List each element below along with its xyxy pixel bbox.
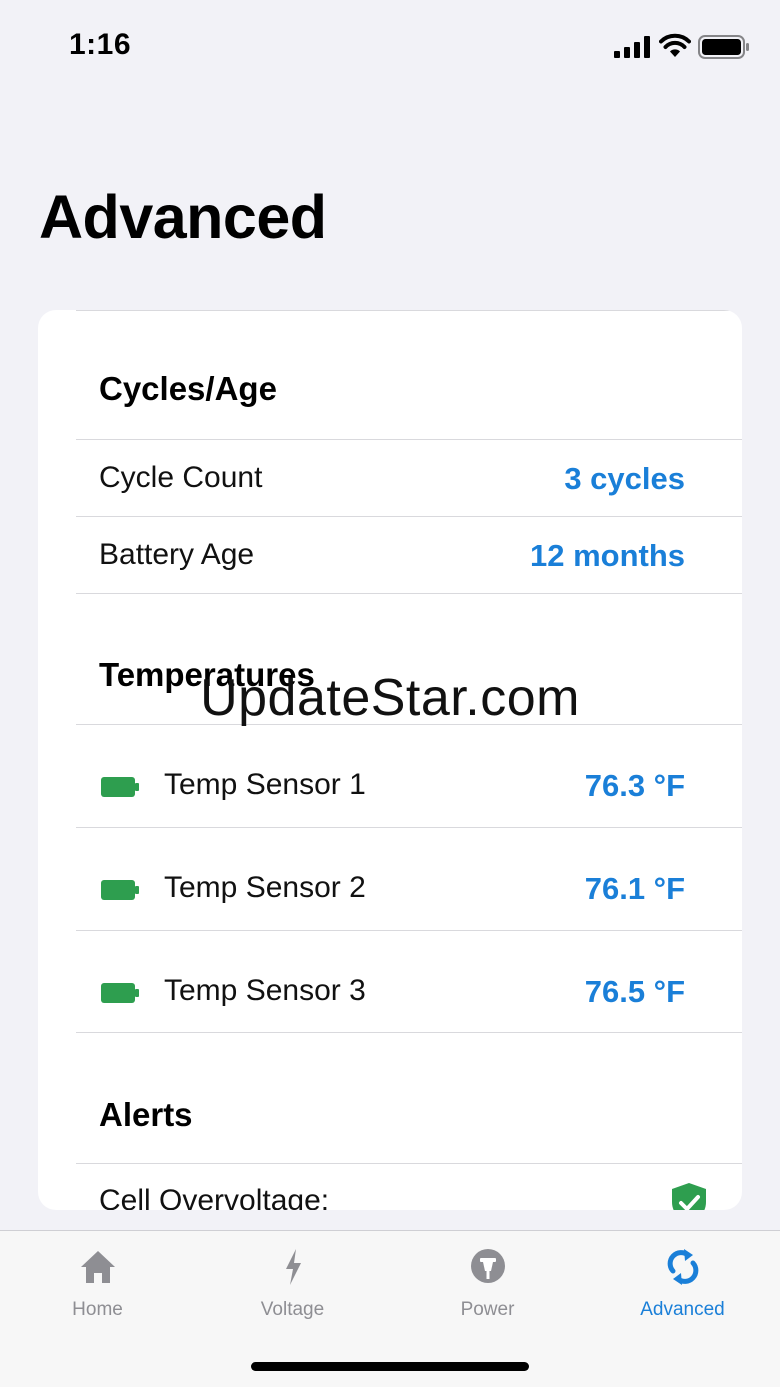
advanced-card: Cycles/Age Cycle Count 3 cycles Battery … (38, 310, 742, 1210)
temp-sensor-1-label: Temp Sensor 1 (164, 768, 366, 801)
card-top-divider (76, 310, 742, 311)
cycle-count-value: 3 cycles (564, 461, 685, 496)
tab-power-label: Power (460, 1299, 515, 1320)
cellular-signal-icon (614, 36, 650, 58)
divider (76, 1032, 742, 1033)
divider (76, 439, 742, 440)
battery-age-label: Battery Age (99, 538, 255, 571)
divider (76, 516, 742, 517)
tab-voltage[interactable]: Voltage (195, 1231, 390, 1341)
divider (76, 827, 742, 828)
divider (76, 1163, 742, 1164)
watermark: UpdateStar.com (200, 669, 580, 727)
section-header-alerts: Alerts (99, 1096, 193, 1133)
shield-check-icon (672, 1183, 706, 1210)
section-header-cycles-age: Cycles/Age (99, 370, 277, 407)
status-time: 1:16 (69, 28, 132, 61)
battery-icon (101, 880, 139, 900)
temp-sensor-2-value: 76.1 °F (584, 871, 685, 906)
temp-sensor-3-value: 76.5 °F (584, 974, 685, 1009)
divider (76, 930, 742, 931)
battery-status-icon (698, 35, 749, 59)
battery-icon (101, 983, 139, 1003)
house-icon (81, 1251, 115, 1283)
tab-home-label: Home (72, 1299, 123, 1320)
cycle-count-label: Cycle Count (99, 461, 263, 494)
refresh-icon (667, 1249, 699, 1285)
tab-advanced-label: Advanced (640, 1299, 725, 1320)
home-indicator[interactable] (251, 1362, 529, 1371)
tab-voltage-label: Voltage (260, 1299, 325, 1320)
cell-overvoltage-label: Cell Overvoltage: (99, 1184, 330, 1210)
wifi-icon (659, 33, 691, 57)
tab-advanced[interactable]: Advanced (585, 1231, 780, 1341)
bolt-icon (286, 1249, 301, 1285)
page-title: Advanced (39, 183, 327, 251)
temp-sensor-2-label: Temp Sensor 2 (164, 871, 366, 904)
divider (76, 593, 742, 594)
tab-power[interactable]: Power (390, 1231, 585, 1341)
temp-sensor-1-value: 76.3 °F (584, 768, 685, 803)
battery-icon (101, 777, 139, 797)
battery-age-value: 12 months (529, 538, 685, 573)
power-plug-icon (471, 1249, 505, 1283)
tab-home[interactable]: Home (0, 1231, 195, 1341)
temp-sensor-3-label: Temp Sensor 3 (164, 974, 366, 1007)
status-bar: 1:16 (0, 0, 780, 96)
